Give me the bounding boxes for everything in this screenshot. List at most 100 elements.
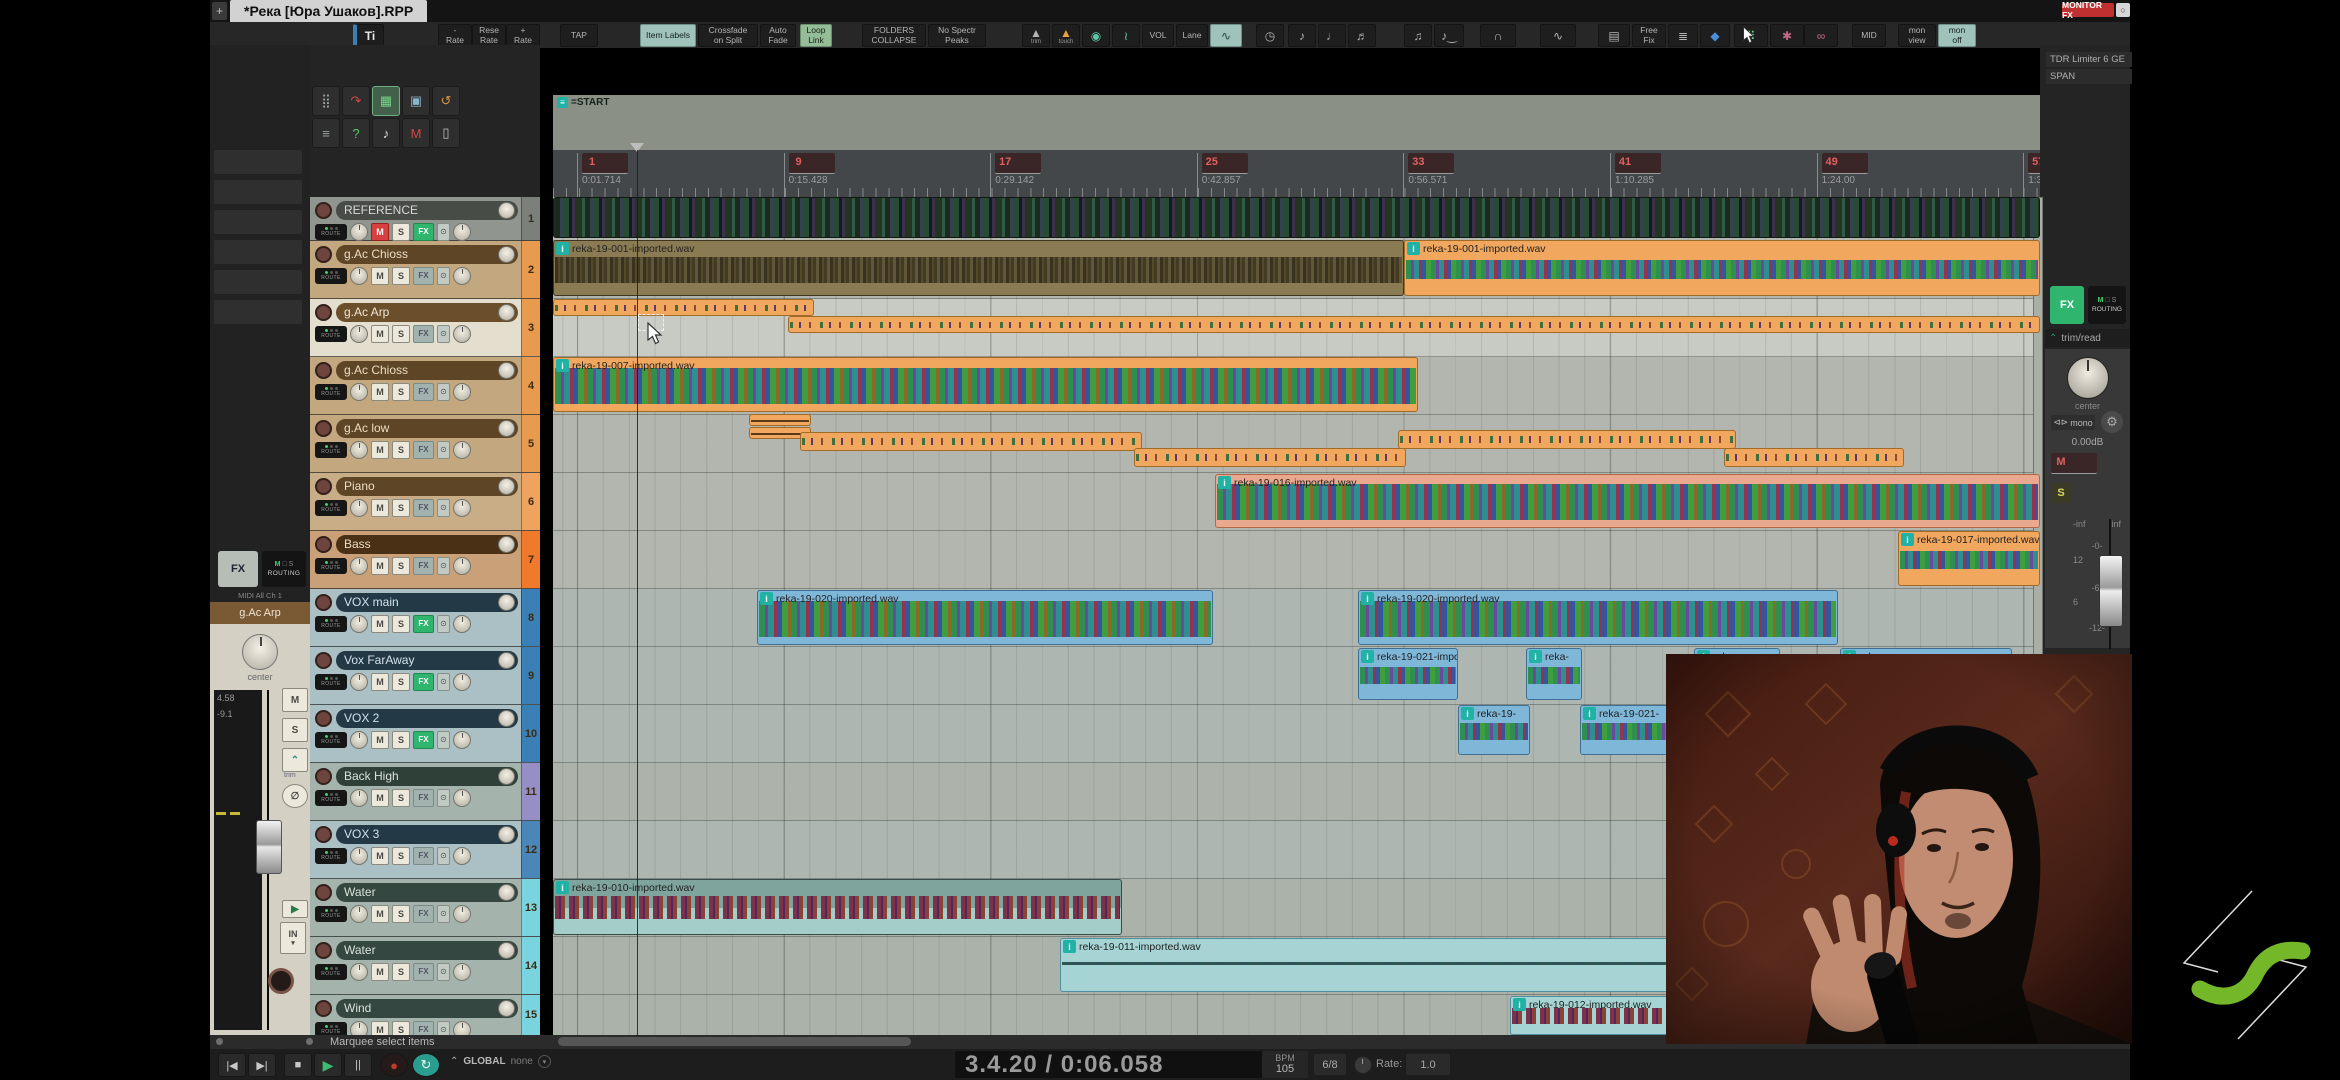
route-button[interactable]: ROUTE [315,790,347,806]
record-arm-dot[interactable] [315,304,332,321]
volume-knob[interactable] [498,826,515,843]
track-panel-12[interactable]: VOX 3ROUTEMSFX⊙12 [310,821,540,879]
automation-mode-dropdown[interactable]: ⌃ trim/read [2045,329,2130,347]
show-envelopes-icon[interactable]: ◉ [1082,24,1110,47]
track-name-pill[interactable]: VOX 3 [336,825,518,844]
trim-knob[interactable] [350,499,368,517]
route-button[interactable]: ROUTE [315,558,347,574]
phase-button[interactable]: ∅ [282,784,308,808]
note-bars-icon[interactable]: ♩ [1318,24,1346,47]
mixer-track-name[interactable]: g.Ac Arp [210,602,310,624]
master-fx-button[interactable]: FX [2050,286,2084,324]
fx-bypass-power-icon[interactable]: ⊙ [437,441,450,459]
fx-bypass-power-icon[interactable]: ⊙ [437,615,450,633]
trim-knob[interactable] [350,963,368,981]
master-routing-button[interactable]: M □ S ROUTING [2088,286,2126,324]
record-arm-dot[interactable] [315,942,332,959]
route-button[interactable]: ROUTE [315,674,347,690]
fx-button[interactable]: FX [413,615,434,633]
mute-button[interactable]: M [371,905,389,923]
track-name-pill[interactable]: Bass [336,535,518,554]
dock-tab[interactable] [214,210,302,234]
pan-knob[interactable] [453,325,471,343]
solo-button[interactable]: S [392,267,410,285]
fx-bypass-power-icon[interactable]: ⊙ [437,789,450,807]
mute-button[interactable]: M [371,441,389,459]
volume-knob[interactable] [498,420,515,437]
trim-knob[interactable] [350,325,368,343]
pan-knob[interactable] [453,499,471,517]
mute-button[interactable]: M [371,557,389,575]
solo-button[interactable]: S [392,383,410,401]
track-lane-4[interactable] [553,357,2040,415]
fx-button[interactable]: FX [413,847,434,865]
solo-button[interactable]: S [392,847,410,865]
record-arm-dot[interactable] [315,710,332,727]
solo-button[interactable]: S [392,441,410,459]
master-solo-button[interactable]: S [2051,483,2071,503]
glue-icon[interactable]: ↺ [432,86,460,116]
repeat-button[interactable]: ↻ [412,1053,440,1077]
go-to-start-button[interactable]: |◀ [218,1053,246,1077]
volume-knob[interactable] [498,478,515,495]
toolbar-tap-button[interactable]: TAP [560,24,598,47]
volume-knob[interactable] [498,362,515,379]
trim-knob[interactable] [350,615,368,633]
fx-bypass-power-icon[interactable]: ⊙ [437,383,450,401]
fx-button[interactable]: FX [413,905,434,923]
track-lane-7[interactable] [553,531,2040,589]
transport-time-display[interactable]: 3.4.20 / 0:06.058 [955,1051,1265,1078]
track-panel-10[interactable]: VOX 2ROUTEMSFX⊙10 [310,705,540,763]
mute-button[interactable]: M [371,1021,389,1037]
solo-button[interactable]: S [392,905,410,923]
master-pan-knob[interactable] [2067,357,2109,399]
note-eighth-icon[interactable]: ♬ [1348,24,1376,47]
pan-knob[interactable] [453,1021,471,1037]
track-number[interactable]: 11 [521,763,540,820]
volume-knob[interactable] [498,652,515,669]
track-name-pill[interactable]: Vox FarAway [336,651,518,670]
track-number[interactable]: 6 [521,473,540,530]
track-name-pill[interactable]: Back High [336,767,518,786]
note-tie-icon[interactable]: ♪‿ [1434,24,1464,47]
mute-button[interactable]: M [371,223,389,241]
pan-knob[interactable] [453,223,471,241]
toolbar-lane-button[interactable]: Lane [1176,24,1208,47]
track-panel-5[interactable]: g.Ac lowROUTEMSFX⊙5 [310,415,540,473]
track-lane-6[interactable] [553,473,2040,531]
volume-knob[interactable] [498,536,515,553]
track-number[interactable]: 1 [521,197,540,240]
route-button[interactable]: ROUTE [315,848,347,864]
track-number[interactable]: 2 [521,241,540,298]
record-arm-dot[interactable] [315,884,332,901]
note-icon[interactable]: ♪ [372,118,400,148]
pan-knob[interactable] [453,905,471,923]
track-panel-2[interactable]: g.Ac ChiossROUTEMSFX⊙2 [310,241,540,299]
waveform-icon[interactable]: ∿ [1540,24,1576,47]
volume-knob[interactable] [498,304,515,321]
track-number[interactable]: 10 [521,705,540,762]
stop-button[interactable]: ■ [284,1053,312,1077]
fx-bypass-power-icon[interactable]: ⊙ [437,499,450,517]
volume-knob[interactable] [498,884,515,901]
track-lane-3[interactable] [553,299,2040,357]
envelope-button[interactable]: ⌃ [282,748,308,772]
mute-button[interactable]: M [371,499,389,517]
record-arm-dot[interactable] [315,246,332,263]
record-arm-dot[interactable] [315,536,332,553]
item-lanes-icon[interactable]: ≣ [1668,24,1698,47]
track-panel-9[interactable]: Vox FarAwayROUTEMSFX⊙9 [310,647,540,705]
go-to-end-button[interactable]: ▶| [248,1053,276,1077]
route-button[interactable]: ROUTE [315,732,347,748]
pan-knob[interactable] [453,267,471,285]
trim-knob[interactable] [350,223,368,241]
note-dot-icon[interactable]: ♪ [1288,24,1316,47]
route-button[interactable]: ROUTE [315,964,347,980]
bpm-display[interactable]: BPM105 [1262,1051,1308,1078]
track-name-pill[interactable]: Wind [336,999,518,1018]
fx-button[interactable]: FX [413,223,434,241]
global-automation-override[interactable]: ⌃ GLOBAL none ▾ [450,1055,551,1068]
toolbar-auto-fade-button[interactable]: Auto Fade [760,24,796,47]
monitor-fx-plugin[interactable]: SPAN [2046,69,2132,84]
touch-mode-icon[interactable]: ▲touch [1052,24,1080,47]
